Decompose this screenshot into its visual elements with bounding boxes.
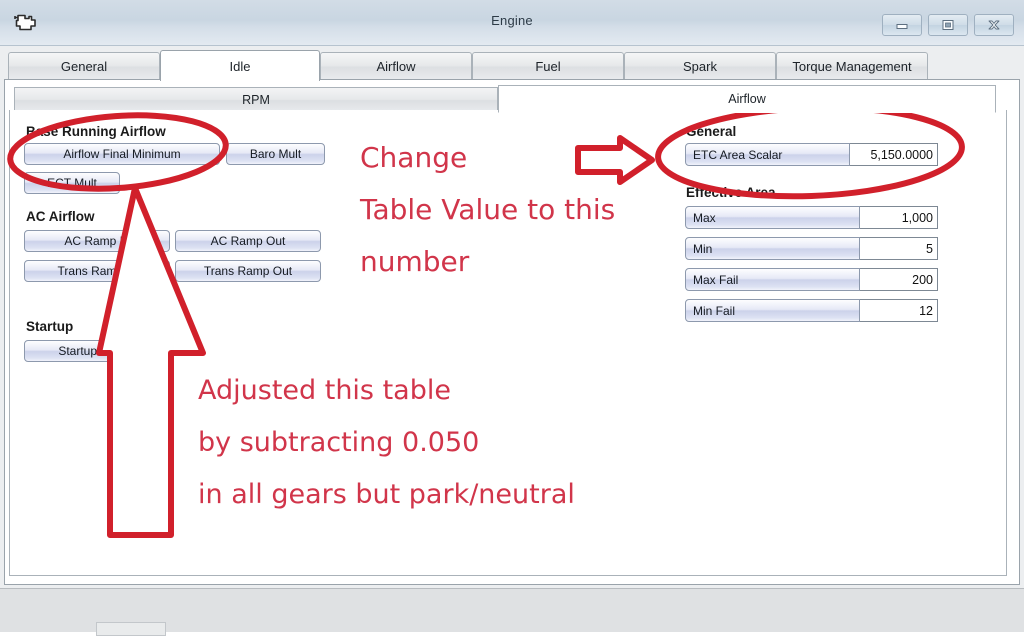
button-label: Baro Mult [249,147,302,161]
field-max[interactable]: Max 1,000 [685,206,938,229]
tab-airflow[interactable]: Airflow [320,52,472,80]
field-label: Min Fail [685,299,860,322]
window-title: Engine [491,13,533,28]
field-label: ETC Area Scalar [685,143,850,166]
tab-label: Fuel [535,59,561,74]
airflow-subpanel: Base Running Airflow Airflow Final Minim… [9,110,1007,576]
tab-general[interactable]: General [8,52,160,80]
group-title-base-running-airflow: Base Running Airflow [26,124,166,139]
tab-label: Spark [683,59,717,74]
field-value[interactable]: 12 [860,299,938,322]
button-label: Trans Ramp Out [203,264,293,278]
button-ac-ramp-out[interactable]: AC Ramp Out [175,230,321,252]
field-min[interactable]: Min 5 [685,237,938,260]
field-value[interactable]: 1,000 [860,206,938,229]
field-min-fail[interactable]: Min Fail 12 [685,299,938,322]
tab-fuel[interactable]: Fuel [472,52,624,80]
field-value[interactable]: 5 [860,237,938,260]
status-bar-nub [96,622,166,636]
close-button[interactable] [974,14,1014,36]
group-title-effective-area: Effective Area [686,185,776,200]
tab-idle[interactable]: Idle [160,50,320,81]
button-ect-mult[interactable]: ECT Mult [24,172,120,194]
field-label: Min [685,237,860,260]
button-startup-airflow[interactable]: Startup Airflow [24,340,170,362]
tab-label: General [60,59,108,74]
button-label: AC Ramp In [64,234,130,248]
button-label: Trans Ramp In [57,264,137,278]
group-title-ac-airflow: AC Airflow [26,209,95,224]
field-etc-area-scalar[interactable]: ETC Area Scalar 5,150.0000 [685,143,938,166]
subtab-airflow[interactable]: Airflow [498,85,996,113]
button-label: AC Ramp Out [210,234,286,248]
field-value[interactable]: 5,150.0000 [850,143,938,166]
button-baro-mult[interactable]: Baro Mult [226,143,325,165]
title-bar: Engine [0,0,1024,46]
main-tab-strip: General Idle Airflow Fuel Spark Torque M… [4,50,1020,81]
tab-label: Idle [229,58,251,74]
group-title-general: General [686,124,737,139]
tab-torque-management[interactable]: Torque Management [776,52,928,80]
button-airflow-final-minimum[interactable]: Airflow Final Minimum [24,143,220,165]
button-label: Startup Airflow [58,344,136,358]
engine-window: Engine General Idle Airflow Fuel Spark T… [0,0,1024,636]
field-value[interactable]: 200 [860,268,938,291]
field-max-fail[interactable]: Max Fail 200 [685,268,938,291]
minimize-button[interactable] [882,14,922,36]
status-bar [0,588,1024,636]
window-controls [882,14,1014,36]
button-trans-ramp-out[interactable]: Trans Ramp Out [175,260,321,282]
button-trans-ramp-in[interactable]: Trans Ramp In [24,260,170,282]
tab-label: Torque Management [792,59,912,74]
button-label: ECT Mult [47,176,97,190]
tab-label: Airflow [376,59,416,74]
restore-button[interactable] [928,14,968,36]
subtab-label: RPM [242,93,270,107]
button-ac-ramp-in[interactable]: AC Ramp In [24,230,170,252]
tab-spark[interactable]: Spark [624,52,776,80]
field-label: Max [685,206,860,229]
subtab-label: Airflow [728,92,766,106]
button-label: Airflow Final Minimum [63,147,181,161]
group-title-startup: Startup [26,319,74,334]
field-label: Max Fail [685,268,860,291]
